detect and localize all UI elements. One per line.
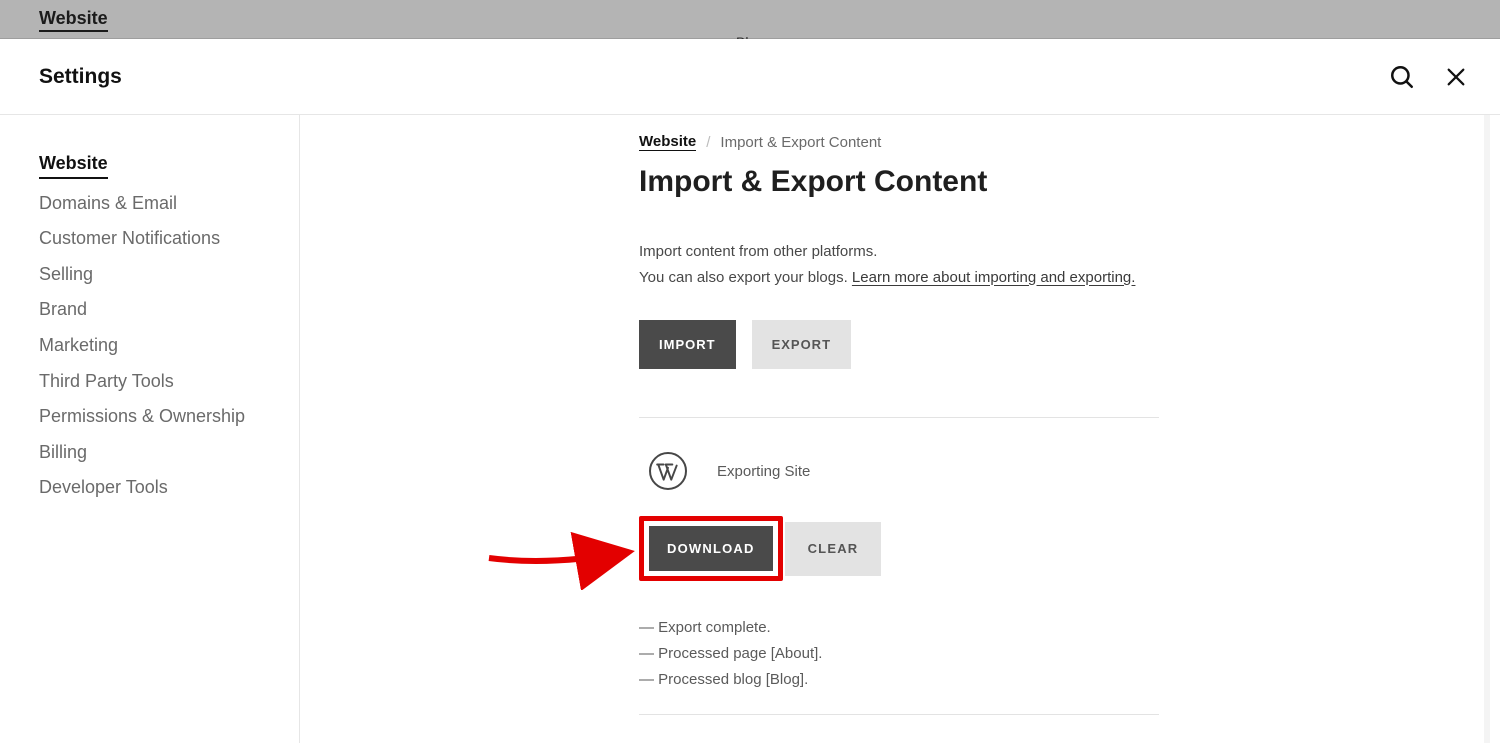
breadcrumb-separator: / (706, 134, 710, 151)
breadcrumb: Website / Import & Export Content (639, 133, 1159, 151)
sidebar-item-domains-email[interactable]: Domains & Email (39, 193, 177, 215)
import-export-tabs: IMPORT EXPORT (639, 320, 1159, 369)
sidebar-item-marketing[interactable]: Marketing (39, 335, 118, 357)
annotation-highlight: DOWNLOAD (639, 516, 783, 581)
wordpress-icon (649, 452, 687, 490)
sidebar-item-third-party-tools[interactable]: Third Party Tools (39, 371, 174, 393)
sidebar-item-customer-notifications[interactable]: Customer Notifications (39, 228, 220, 250)
settings-sidebar: Website Domains & Email Customer Notific… (0, 115, 300, 743)
export-action-row: DOWNLOAD CLEAR (639, 516, 1159, 581)
section-divider (639, 417, 1159, 418)
settings-panel: Settings Website Domains & Email Custome… (0, 39, 1500, 743)
sidebar-item-brand[interactable]: Brand (39, 299, 87, 321)
log-line: — Export complete. (639, 619, 1159, 636)
intro-line-1: Import content from other platforms. (639, 239, 1159, 265)
breadcrumb-root[interactable]: Website (639, 133, 696, 151)
tab-export[interactable]: EXPORT (752, 320, 851, 369)
section-divider (639, 714, 1159, 715)
sidebar-item-website[interactable]: Website (39, 153, 108, 179)
export-status-row: Exporting Site (639, 452, 1159, 490)
download-button[interactable]: DOWNLOAD (649, 526, 773, 571)
page-title: Import & Export Content (639, 165, 1159, 199)
intro-line-2-prefix: You can also export your blogs. (639, 269, 852, 286)
log-line: — Processed blog [Blog]. (639, 671, 1159, 688)
clear-button[interactable]: CLEAR (785, 522, 882, 576)
scrollbar-track[interactable] (1484, 115, 1490, 743)
annotation-arrow (484, 530, 644, 590)
learn-more-link[interactable]: Learn more about importing and exporting… (852, 269, 1136, 286)
tab-import[interactable]: IMPORT (639, 320, 736, 369)
backdrop-title: Website (39, 8, 108, 32)
sidebar-item-developer-tools[interactable]: Developer Tools (39, 477, 168, 499)
sidebar-item-permissions-ownership[interactable]: Permissions & Ownership (39, 406, 245, 428)
sidebar-item-billing[interactable]: Billing (39, 442, 87, 464)
panel-title: Settings (39, 65, 122, 89)
close-icon[interactable] (1442, 63, 1470, 91)
log-line: — Processed page [About]. (639, 645, 1159, 662)
sidebar-item-selling[interactable]: Selling (39, 264, 93, 286)
panel-header: Settings (0, 39, 1500, 115)
intro-text: Import content from other platforms. You… (639, 239, 1159, 290)
dimmed-backdrop: Website Blog (0, 0, 1500, 39)
search-icon[interactable] (1388, 63, 1416, 91)
main-content: Website / Import & Export Content Import… (300, 115, 1500, 743)
breadcrumb-current: Import & Export Content (720, 134, 881, 151)
export-status-label: Exporting Site (717, 463, 810, 480)
